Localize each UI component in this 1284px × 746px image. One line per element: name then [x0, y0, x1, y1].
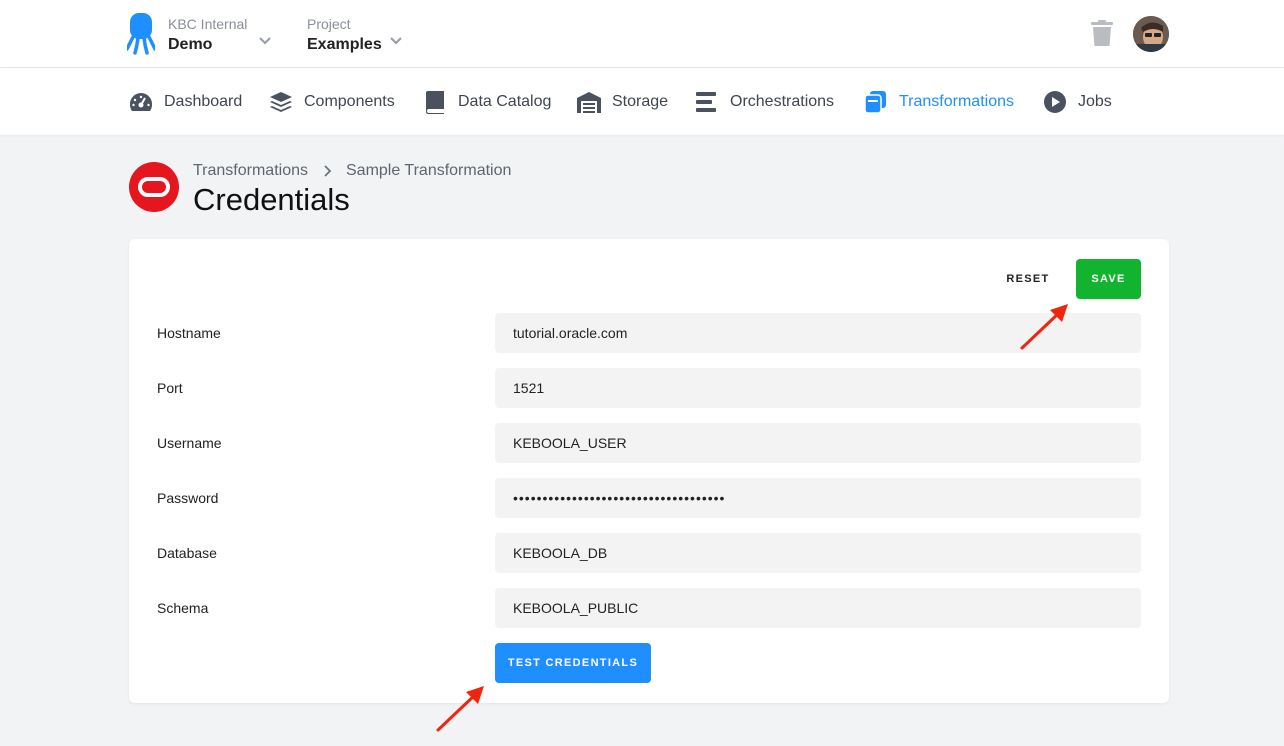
chevron-down-icon — [390, 37, 402, 45]
nav-item-orchestrations[interactable]: Orchestrations — [694, 88, 834, 116]
nav-label: Dashboard — [164, 93, 243, 110]
database-field[interactable]: KEBOOLA_DB — [495, 533, 1141, 573]
schema-label: Schema — [157, 600, 209, 616]
database-label: Database — [157, 545, 217, 561]
nav-item-storage[interactable]: Storage — [576, 88, 668, 116]
username-field[interactable]: KEBOOLA_USER — [495, 423, 1141, 463]
password-field[interactable]: •••••••••••••••••••••••••••••••••••• — [495, 478, 1141, 518]
credentials-card — [129, 239, 1169, 703]
password-label: Password — [157, 490, 219, 506]
port-field[interactable]: 1521 — [495, 368, 1141, 408]
nav-label: Data Catalog — [458, 93, 552, 110]
organization-value: Demo — [168, 36, 213, 53]
organization-label: KBC Internal — [168, 16, 248, 32]
project-label: Project — [307, 16, 351, 32]
schema-field[interactable]: KEBOOLA_PUBLIC — [495, 588, 1141, 628]
top-bar: KBC Internal Demo Project Examples — [0, 0, 1284, 68]
nav-label: Jobs — [1078, 93, 1112, 110]
oracle-logo — [129, 162, 179, 212]
nav-label: Orchestrations — [730, 93, 835, 110]
main-nav: Dashboard Components Data Catalog Storag… — [0, 68, 1284, 135]
warehouse-icon — [577, 92, 601, 113]
project-value: Examples — [307, 36, 382, 53]
nav-item-components[interactable]: Components — [268, 88, 395, 116]
nav-label: Transformations — [899, 93, 1014, 110]
username-label: Username — [157, 435, 222, 451]
save-button[interactable]: SAVE — [1076, 259, 1141, 299]
nav-item-jobs[interactable]: Jobs — [1042, 88, 1112, 116]
keboola-logo[interactable] — [127, 13, 155, 55]
chevron-down-icon — [259, 37, 271, 45]
organization-switcher[interactable]: KBC Internal Demo — [168, 16, 271, 56]
nav-label: Components — [304, 93, 395, 110]
reset-button[interactable]: RESET — [986, 259, 1070, 299]
breadcrumb: Transformations Sample Transformation — [193, 162, 511, 180]
play-circle-icon — [1044, 91, 1066, 113]
annotation-arrow-save — [1020, 304, 1068, 350]
hostname-label: Hostname — [157, 325, 221, 341]
nav-item-transformations[interactable]: Transformations — [863, 88, 1014, 116]
test-credentials-button[interactable]: TEST CREDENTIALS — [495, 643, 651, 683]
book-icon — [426, 91, 444, 114]
avatar-photo — [1133, 16, 1169, 52]
transformations-icon — [864, 91, 886, 114]
project-switcher[interactable]: Project Examples — [307, 16, 402, 56]
chevron-right-icon — [324, 165, 332, 177]
layers-icon — [270, 92, 292, 112]
nav-label: Storage — [612, 93, 669, 110]
port-label: Port — [157, 380, 183, 396]
trash-icon[interactable] — [1090, 20, 1114, 46]
page-title: Credentials — [193, 182, 350, 217]
breadcrumb-parent-link[interactable]: Transformations — [193, 162, 308, 180]
nav-item-dashboard[interactable]: Dashboard — [128, 88, 242, 116]
breadcrumb-current[interactable]: Sample Transformation — [346, 162, 511, 180]
annotation-arrow-test — [436, 686, 484, 732]
user-avatar[interactable] — [1133, 16, 1169, 52]
nav-item-data-catalog[interactable]: Data Catalog — [422, 88, 551, 116]
bars-icon — [696, 92, 716, 112]
gauge-icon — [129, 93, 153, 111]
oracle-ring-icon — [138, 177, 170, 197]
